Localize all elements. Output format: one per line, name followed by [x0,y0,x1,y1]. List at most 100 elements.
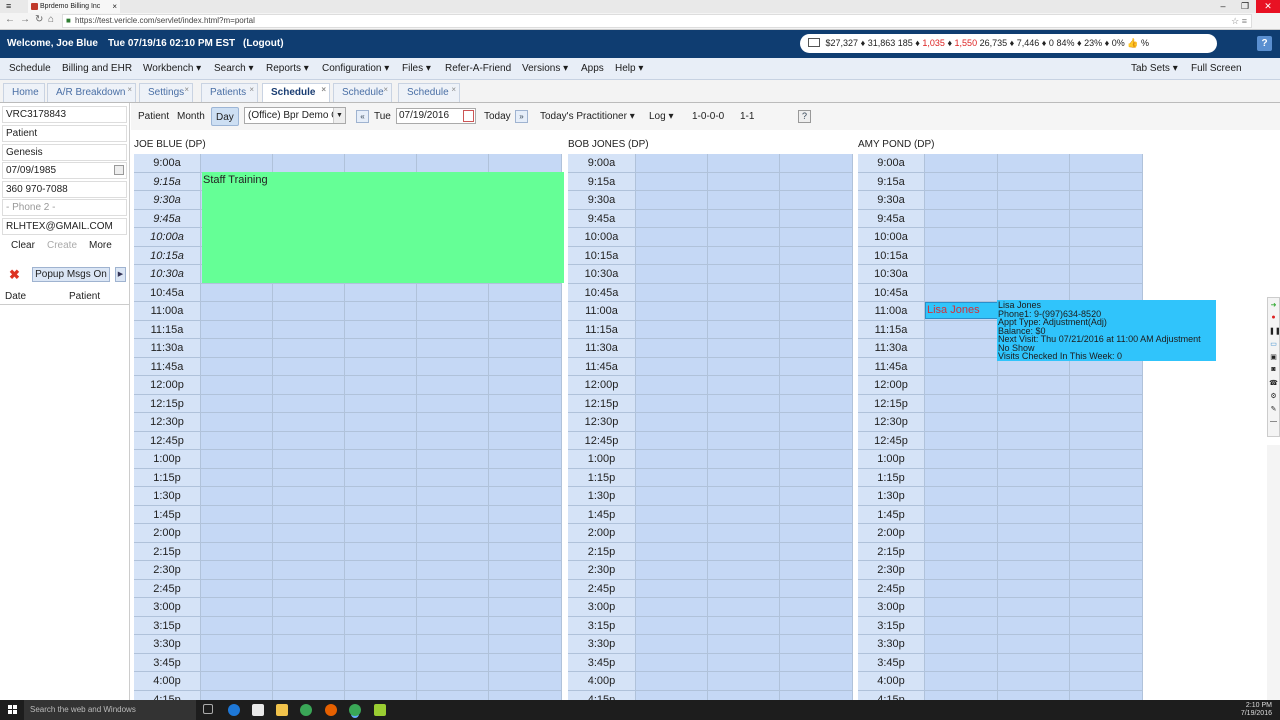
time-slot[interactable] [201,469,273,487]
time-slot[interactable] [201,154,273,173]
time-slot[interactable] [636,376,708,395]
calendar-icon[interactable] [463,110,474,122]
time-slot[interactable] [1070,506,1143,524]
firefox-icon[interactable] [325,704,337,716]
time-slot[interactable] [925,191,998,210]
pause-icon[interactable]: ❚❚ [1269,327,1280,337]
time-slot[interactable] [636,339,708,358]
time-slot[interactable] [417,506,489,524]
day-view-button[interactable]: Day [211,107,239,126]
help-icon[interactable]: ? [798,110,811,123]
time-slot[interactable] [1070,469,1143,487]
time-slot[interactable] [417,580,489,598]
chrome-icon[interactable] [300,704,312,716]
time-slot[interactable] [273,339,345,358]
time-slot[interactable] [417,450,489,469]
edge-icon[interactable] [228,704,240,716]
menu-refer-a-friend[interactable]: Refer-A-Friend [445,63,511,74]
practitioner-dropdown[interactable]: Today's Practitioner ▾ [540,111,635,122]
time-slot[interactable] [780,580,853,598]
time-slot[interactable] [345,469,417,487]
time-slot[interactable] [345,154,417,173]
time-slot[interactable] [1070,450,1143,469]
time-slot[interactable] [998,191,1070,210]
time-slot[interactable] [925,339,998,358]
time-slot[interactable] [1070,265,1143,284]
vertical-scrollbar[interactable] [1267,445,1280,700]
tab-schedule-active[interactable]: Schedule × [262,83,330,102]
time-slot[interactable] [708,432,780,450]
more-button[interactable]: More [89,240,112,251]
phone-field[interactable]: 360 970-7088 [2,181,127,198]
time-slot[interactable] [708,487,780,506]
time-slot[interactable] [1070,154,1143,173]
time-slot[interactable] [636,395,708,413]
time-slot[interactable] [201,598,273,617]
time-slot[interactable] [780,173,853,191]
time-slot[interactable] [345,284,417,302]
time-slot[interactable] [489,617,562,635]
today-button[interactable]: Today [484,111,511,122]
time-slot[interactable] [489,284,562,302]
url-field[interactable]: ■ https://test.vericle.com/servlet/index… [62,14,1252,28]
menu-configuration[interactable]: Configuration ▾ [322,63,389,74]
time-slot[interactable] [273,376,345,395]
time-slot[interactable] [998,247,1070,265]
time-slot[interactable] [780,524,853,543]
time-slot[interactable] [708,321,780,339]
time-slot[interactable] [489,154,562,173]
menu-schedule[interactable]: Schedule [9,63,51,74]
time-slot[interactable] [345,321,417,339]
time-slot[interactable] [636,173,708,191]
window-icon[interactable]: ▣ [1269,353,1278,363]
time-slot[interactable] [780,339,853,358]
time-slot[interactable] [201,450,273,469]
time-slot[interactable] [925,450,998,469]
time-slot[interactable] [998,635,1070,654]
screen-icon[interactable]: ▭ [1269,340,1278,350]
time-slot[interactable] [345,487,417,506]
time-slot[interactable] [780,672,853,691]
time-slot[interactable] [998,469,1070,487]
time-slot[interactable] [708,469,780,487]
time-slot[interactable] [201,561,273,580]
time-slot[interactable] [201,284,273,302]
menu-versions[interactable]: Versions ▾ [522,63,568,74]
staff-training-event[interactable]: Staff Training [202,172,564,283]
time-slot[interactable] [998,432,1070,450]
explorer-icon[interactable] [276,704,288,716]
time-slot[interactable] [201,672,273,691]
time-slot[interactable] [201,395,273,413]
appointment-lisa-jones[interactable]: Lisa Jones [925,302,998,319]
time-slot[interactable] [345,524,417,543]
time-slot[interactable] [273,580,345,598]
time-slot[interactable] [417,635,489,654]
time-slot[interactable] [417,395,489,413]
time-slot[interactable] [1070,635,1143,654]
office-select[interactable]: (Office) Bpr Demo C ▼ [244,107,346,124]
time-slot[interactable] [1070,173,1143,191]
time-slot[interactable] [489,432,562,450]
time-slot[interactable] [708,265,780,284]
time-slot[interactable] [345,543,417,561]
time-slot[interactable] [1070,395,1143,413]
close-tab-icon[interactable]: × [451,81,456,98]
record-icon[interactable]: ● [1269,314,1278,324]
time-slot[interactable] [780,506,853,524]
close-tab-icon[interactable]: × [127,81,132,98]
time-slot[interactable] [273,284,345,302]
time-slot[interactable] [489,469,562,487]
close-icon[interactable]: ✖ [9,267,20,283]
time-slot[interactable] [708,413,780,432]
phone2-field[interactable]: - Phone 2 - [2,199,127,216]
time-slot[interactable] [925,487,998,506]
time-slot[interactable] [489,654,562,672]
patient-view-button[interactable]: Patient [138,111,169,122]
time-slot[interactable] [636,154,708,173]
time-slot[interactable] [780,265,853,284]
time-slot[interactable] [417,376,489,395]
time-slot[interactable] [489,672,562,691]
time-slot[interactable] [1070,617,1143,635]
time-slot[interactable] [998,154,1070,173]
chrome-active-icon[interactable] [349,704,361,716]
